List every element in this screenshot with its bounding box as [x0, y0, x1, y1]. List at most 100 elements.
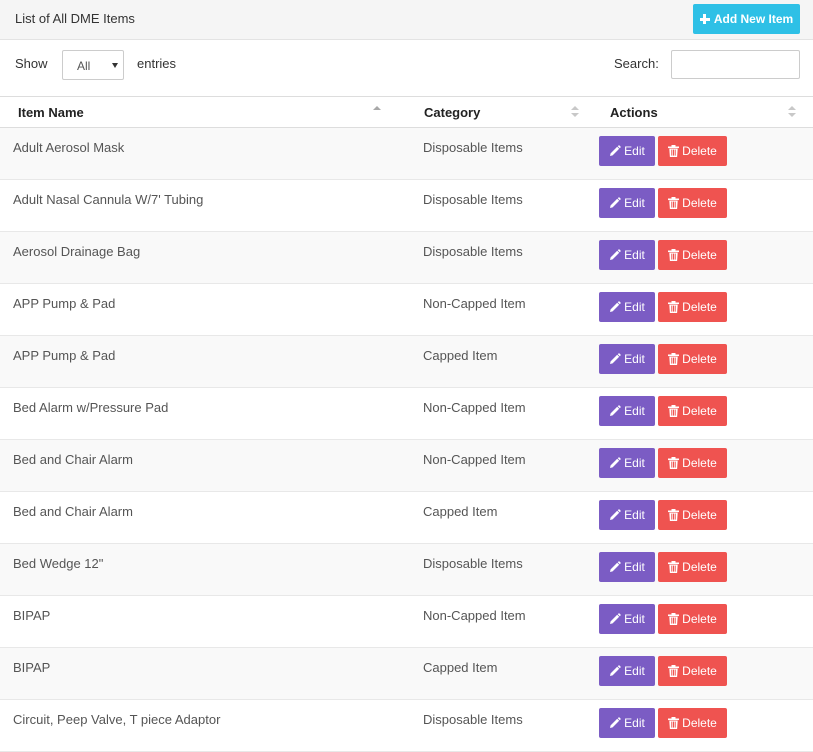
category-cell: Capped Item: [411, 491, 599, 544]
pencil-icon: [610, 457, 621, 468]
category-cell: Non-Capped Item: [411, 283, 599, 336]
edit-button[interactable]: Edit: [599, 656, 655, 686]
edit-button[interactable]: Edit: [599, 292, 655, 322]
delete-button[interactable]: Delete: [658, 552, 727, 582]
table-row: BIPAP Non-Capped Item Edit Delete: [0, 595, 813, 648]
edit-label: Edit: [624, 664, 645, 678]
delete-label: Delete: [682, 196, 717, 210]
item-name-cell: Adult Nasal Cannula W/7' Tubing: [0, 179, 411, 232]
pencil-icon: [610, 353, 621, 364]
edit-button[interactable]: Edit: [599, 188, 655, 218]
delete-label: Delete: [682, 612, 717, 626]
category-cell: Capped Item: [411, 335, 599, 388]
edit-label: Edit: [624, 196, 645, 210]
panel-header: List of All DME Items Add New Item: [0, 0, 813, 40]
row-actions: Edit Delete: [599, 136, 813, 166]
category-cell: Non-Capped Item: [411, 439, 599, 492]
trash-icon: [668, 353, 680, 365]
delete-button[interactable]: Delete: [658, 136, 727, 166]
category-cell: Disposable Items: [411, 543, 599, 596]
trash-icon: [668, 405, 680, 417]
item-name-cell: Adult Aerosol Mask: [0, 127, 411, 180]
row-actions: Edit Delete: [599, 604, 813, 634]
add-new-item-button[interactable]: Add New Item: [693, 4, 800, 34]
delete-label: Delete: [682, 352, 717, 366]
edit-button[interactable]: Edit: [599, 396, 655, 426]
actions-cell: Edit Delete: [599, 231, 813, 284]
edit-label: Edit: [624, 248, 645, 262]
row-actions: Edit Delete: [599, 188, 813, 218]
row-actions: Edit Delete: [599, 448, 813, 478]
table-row: APP Pump & Pad Capped Item Edit Delete: [0, 335, 813, 388]
edit-label: Edit: [624, 352, 645, 366]
delete-button[interactable]: Delete: [658, 396, 727, 426]
table-row: Bed Wedge 12" Disposable Items Edit Dele…: [0, 543, 813, 596]
entries-label: entries: [137, 56, 177, 71]
delete-button[interactable]: Delete: [658, 240, 727, 270]
trash-icon: [668, 613, 680, 625]
table-row: Bed and Chair Alarm Non-Capped Item Edit: [0, 439, 813, 492]
dme-items-table: Item Name Category Actions Adult Aerosol…: [0, 96, 813, 752]
actions-cell: Edit Delete: [599, 127, 813, 180]
edit-button[interactable]: Edit: [599, 344, 655, 374]
add-new-item-label: Add New Item: [713, 12, 794, 26]
edit-label: Edit: [624, 300, 645, 314]
column-header-item-name[interactable]: Item Name: [0, 96, 411, 128]
edit-button[interactable]: Edit: [599, 500, 655, 530]
column-header-category[interactable]: Category: [411, 96, 599, 128]
row-actions: Edit Delete: [599, 500, 813, 530]
item-name-cell: Circuit, Peep Valve, T piece Adaptor: [0, 699, 411, 752]
delete-label: Delete: [682, 456, 717, 470]
delete-button[interactable]: Delete: [658, 604, 727, 634]
entries-select-value: All: [77, 59, 91, 73]
actions-cell: Edit Delete: [599, 543, 813, 596]
pencil-icon: [610, 665, 621, 676]
edit-button[interactable]: Edit: [599, 240, 655, 270]
delete-button[interactable]: Delete: [658, 656, 727, 686]
sort-asc-icon: [373, 106, 381, 118]
edit-label: Edit: [624, 716, 645, 730]
category-cell: Disposable Items: [411, 127, 599, 180]
edit-button[interactable]: Edit: [599, 552, 655, 582]
edit-button[interactable]: Edit: [599, 448, 655, 478]
trash-icon: [668, 197, 680, 209]
delete-label: Delete: [682, 144, 717, 158]
category-cell: Non-Capped Item: [411, 387, 599, 440]
table-row: BIPAP Capped Item Edit Delete: [0, 647, 813, 700]
edit-label: Edit: [624, 456, 645, 470]
delete-button[interactable]: Delete: [658, 344, 727, 374]
pencil-icon: [610, 197, 621, 208]
category-cell: Disposable Items: [411, 179, 599, 232]
delete-button[interactable]: Delete: [658, 708, 727, 738]
edit-button[interactable]: Edit: [599, 708, 655, 738]
actions-cell: Edit Delete: [599, 387, 813, 440]
pencil-icon: [610, 613, 621, 624]
pencil-icon: [610, 717, 621, 728]
item-name-cell: Bed and Chair Alarm: [0, 439, 411, 492]
delete-label: Delete: [682, 404, 717, 418]
caret-down-icon: [112, 63, 118, 68]
pencil-icon: [610, 301, 621, 312]
table-body: Adult Aerosol Mask Disposable Items Edit: [0, 127, 813, 752]
search-input[interactable]: [671, 50, 800, 79]
delete-button[interactable]: Delete: [658, 292, 727, 322]
edit-label: Edit: [624, 508, 645, 522]
item-name-cell: Aerosol Drainage Bag: [0, 231, 411, 284]
delete-button[interactable]: Delete: [658, 188, 727, 218]
table-row: Bed Alarm w/Pressure Pad Non-Capped Item…: [0, 387, 813, 440]
row-actions: Edit Delete: [599, 240, 813, 270]
edit-label: Edit: [624, 560, 645, 574]
panel-title: List of All DME Items: [15, 11, 135, 26]
row-actions: Edit Delete: [599, 344, 813, 374]
edit-button[interactable]: Edit: [599, 604, 655, 634]
column-header-actions[interactable]: Actions: [599, 96, 813, 128]
trash-icon: [668, 145, 680, 157]
actions-cell: Edit Delete: [599, 699, 813, 752]
item-name-cell: BIPAP: [0, 647, 411, 700]
table-header-row: Item Name Category Actions: [0, 96, 813, 128]
edit-button[interactable]: Edit: [599, 136, 655, 166]
edit-label: Edit: [624, 144, 645, 158]
delete-button[interactable]: Delete: [658, 448, 727, 478]
delete-button[interactable]: Delete: [658, 500, 727, 530]
entries-select[interactable]: All: [62, 50, 124, 80]
